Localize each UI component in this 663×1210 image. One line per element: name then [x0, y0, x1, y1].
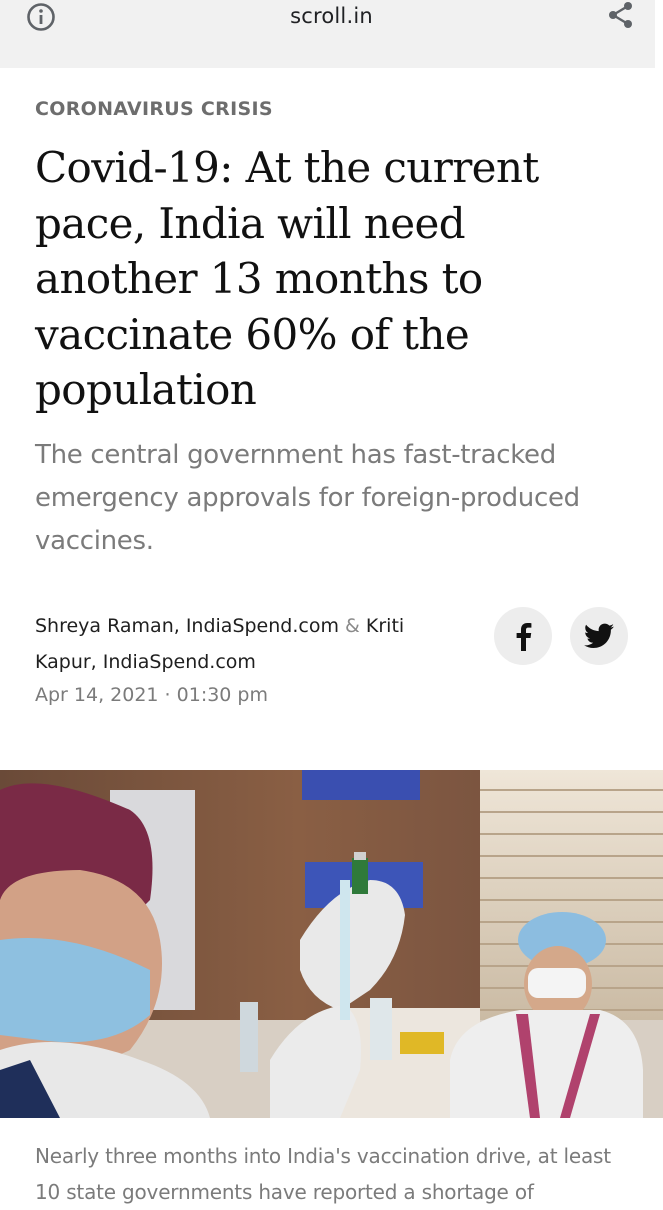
byline: Shreya Raman, IndiaSpend.com & Kriti Kap…	[35, 608, 455, 680]
page-domain[interactable]: scroll.in	[0, 4, 663, 28]
article-photo[interactable]	[0, 770, 663, 1118]
author-link[interactable]: Shreya Raman, IndiaSpend.com	[35, 615, 339, 637]
vaccination-photo	[0, 770, 663, 1118]
publish-date: Apr 14, 2021 · 01:30 pm	[35, 684, 269, 706]
browser-top-bar: scroll.in	[0, 0, 663, 68]
twitter-share-button[interactable]	[570, 607, 628, 665]
section-label[interactable]: CORONAVIRUS CRISIS	[35, 98, 273, 120]
facebook-share-button[interactable]	[494, 607, 552, 665]
byline-separator: &	[345, 615, 360, 637]
article-summary: The central government has fast-tracked …	[35, 440, 580, 556]
facebook-icon	[516, 623, 532, 651]
twitter-icon	[584, 623, 614, 648]
image-caption: Nearly three months into India's vaccina…	[35, 1144, 611, 1204]
article-headline: Covid-19: At the current pace, India wil…	[35, 143, 539, 414]
share-icon[interactable]	[606, 0, 636, 30]
